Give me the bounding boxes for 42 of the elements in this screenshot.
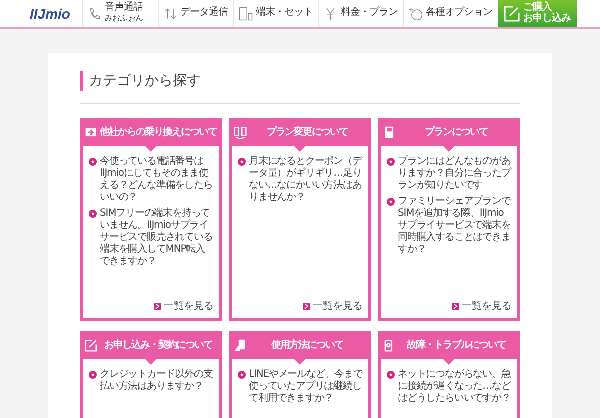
card-title: 故障・トラブルについて [406, 338, 507, 352]
question-icon [89, 210, 97, 218]
nav-link[interactable]: 料金・プラン [318, 0, 403, 27]
logo[interactable]: IIJmio [30, 0, 82, 27]
question-link[interactable]: 今使っている電話番号はIIJmioにしてもそのまま使える？どんな準備をしたらいいの？ [89, 156, 214, 204]
card-title: 使用方法について [270, 338, 344, 352]
card-title: 他社からの乗り換えについて [100, 126, 217, 139]
question-icon [89, 371, 97, 379]
question-icon [238, 158, 246, 166]
see-all-link[interactable]: 一覧を見る [154, 299, 214, 313]
phone-icon [88, 6, 102, 20]
see-all-link[interactable]: 一覧を見る [303, 299, 363, 313]
question-icon [89, 158, 97, 166]
arrow-icon [452, 302, 459, 310]
card-title: プラン変更について [266, 125, 349, 139]
data-icon [164, 6, 178, 20]
question-icon [387, 158, 395, 166]
apply-icon [85, 338, 98, 352]
question-link[interactable]: ネットにつながらない、急に接続が遅くなった…などはどうしたらいいですか？ [387, 369, 512, 405]
card-title: プランについて [424, 125, 489, 139]
arrow-icon [303, 302, 310, 310]
question-icon [387, 198, 395, 206]
arrow-icon [154, 302, 161, 310]
question-icon [238, 371, 246, 379]
question-link[interactable]: 月末になるとクーポン（データ量）がギリギリ…足りない…なにかいい方法はありませんか？ [238, 156, 363, 204]
question-link[interactable]: クレジットカード以外の支払い方法はありますか？ [89, 369, 214, 393]
question-link[interactable]: SIMフリーの端末を持っていません。IIJmioサプライサービスで販売されている端末を購入してMNP転入できますか？ [89, 208, 214, 268]
option-icon [409, 6, 423, 20]
nav-link[interactable]: 音声通話 みおふぉん [82, 0, 158, 27]
question-link[interactable]: ファミリーシェアプランでSIMを追加する際、IIJmioサプライサービスで端末を同時購入することはできますか？ [387, 196, 512, 256]
pencil-icon [504, 6, 520, 22]
section-title: カテゴリから探す [80, 71, 520, 91]
question-icon [387, 371, 395, 379]
question-link[interactable]: プランにはどんなものがありますか？自分に合ったプランが知りたいです [387, 156, 512, 192]
device-icon [239, 6, 253, 20]
see-all-link[interactable]: 一覧を見る [452, 299, 512, 313]
nav-link[interactable]: 端末・セット [233, 0, 318, 27]
question-link[interactable]: LINEやメールなど、今まで使っていたアプリは継続して利用できますか？ [238, 369, 363, 405]
usage-icon [234, 338, 247, 352]
change-icon [234, 126, 247, 138]
card-title: お申し込み・契約について [104, 338, 214, 352]
nav-link[interactable]: データ通信 [158, 0, 233, 27]
